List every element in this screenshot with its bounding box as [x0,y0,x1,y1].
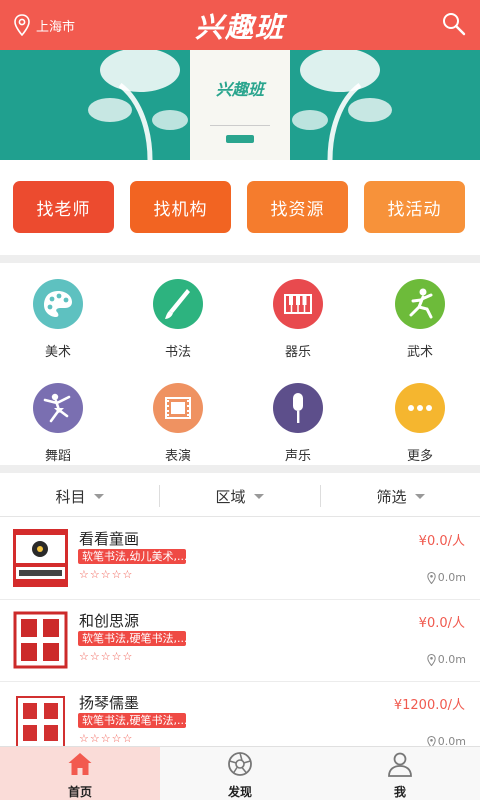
search-icon[interactable] [442,12,466,36]
tab-me[interactable]: 我 [320,747,480,800]
listing-list: 看看童画 软笔书法,幼儿美术,... ☆☆☆☆☆ ¥0.0/人 0.0m 和创思… [0,518,480,746]
category-label: 美术 [44,345,71,360]
institution-logo [13,529,68,587]
star-rating: ☆☆☆☆☆ [79,568,134,581]
price: ¥0.0/人 [418,534,465,549]
star-rating: ☆☆☆☆☆ [79,732,134,745]
list-item[interactable]: 扬琴儒墨 软笔书法,硬笔书法,... ☆☆☆☆☆ ¥1200.0/人 0.0m [0,682,480,746]
bottom-tab-bar: 首页 发现 我 [0,746,480,800]
institution-logo [13,693,68,746]
category-vocal[interactable]: 声乐 [248,369,348,464]
location-pin-icon [427,571,436,584]
tab-discover[interactable]: 发现 [160,747,320,800]
user-icon [388,752,412,777]
distance: 0.0m [427,735,466,746]
quick-actions: 找老师 找机构 找资源 找活动 [0,181,480,233]
institution-name: 看看童画 [79,530,140,548]
aperture-icon [228,752,252,776]
tab-home[interactable]: 首页 [0,747,160,800]
distance: 0.0m [427,571,466,584]
piano-icon [273,279,323,329]
category-label: 器乐 [284,345,311,360]
film-icon [153,383,203,433]
brush-icon [153,279,203,329]
category-label: 书法 [164,345,191,360]
price: ¥1200.0/人 [393,698,465,713]
app-logo: 兴趣班 [194,11,285,44]
screen-filter[interactable]: 筛选 [321,475,480,517]
chevron-down-icon [253,493,264,499]
location-pin-icon [427,653,436,666]
find-activity-button[interactable]: 找活动 [364,181,465,233]
category-grid: 美术 书法 器乐 武术 舞蹈 表演 声乐 更多 [0,265,480,465]
filter-label: 科目 [55,487,86,506]
distance-value: 0.0m [437,735,466,746]
price: ¥0.0/人 [418,616,465,631]
category-martial-arts[interactable]: 武术 [370,265,470,360]
category-more[interactable]: 更多 [370,369,470,464]
category-performance[interactable]: 表演 [128,369,228,464]
location-pin-icon [427,735,436,746]
filter-label: 筛选 [376,487,407,506]
institution-name: 和创思源 [79,612,140,630]
distance-value: 0.0m [437,571,466,584]
institution-name: 扬琴儒墨 [79,694,140,712]
category-label: 武术 [406,345,433,360]
chevron-down-icon [414,493,425,499]
category-label: 声乐 [284,449,311,464]
category-dance[interactable]: 舞蹈 [8,369,108,464]
area-filter[interactable]: 区域 [160,475,319,517]
category-label: 更多 [406,449,433,464]
tab-label: 我 [393,785,406,799]
list-item[interactable]: 看看童画 软笔书法,幼儿美术,... ☆☆☆☆☆ ¥0.0/人 0.0m [0,518,480,600]
find-institution-button[interactable]: 找机构 [130,181,231,233]
chevron-down-icon [93,493,104,499]
filter-label: 区域 [215,487,246,506]
section-divider [0,255,480,263]
star-rating: ☆☆☆☆☆ [79,650,134,663]
distance-value: 0.0m [437,653,466,666]
section-divider [0,465,480,473]
distance: 0.0m [427,653,466,666]
banner-title: 兴趣班 [215,80,264,99]
subject-tags: 软笔书法,硬笔书法,... [78,631,186,646]
find-teacher-button[interactable]: 找老师 [13,181,114,233]
subject-filter[interactable]: 科目 [0,475,159,517]
banner-badge [226,135,254,143]
palette-icon [33,279,83,329]
top-bar: 上海市 兴趣班 [0,0,480,50]
subject-tags: 软笔书法,硬笔书法,... [78,713,186,728]
home-icon [68,753,92,775]
category-label: 舞蹈 [44,449,71,464]
category-label: 表演 [164,449,191,464]
more-icon [395,383,445,433]
promo-banner[interactable]: 兴趣班 [0,50,480,160]
banner-divider [210,125,270,126]
martial-arts-icon [395,279,445,329]
tab-label: 发现 [227,785,252,799]
banner-poster: 兴趣班 [190,50,290,160]
category-art[interactable]: 美术 [8,265,108,360]
category-calligraphy[interactable]: 书法 [128,265,228,360]
microphone-icon [273,383,323,433]
category-instrument[interactable]: 器乐 [248,265,348,360]
list-item[interactable]: 和创思源 软笔书法,硬笔书法,... ☆☆☆☆☆ ¥0.0/人 0.0m [0,600,480,682]
subject-tags: 软笔书法,幼儿美术,... [78,549,186,564]
filter-bar: 科目 区域 筛选 [0,475,480,517]
find-resource-button[interactable]: 找资源 [247,181,348,233]
institution-logo [13,611,68,669]
tab-label: 首页 [67,785,92,799]
dance-icon [33,383,83,433]
